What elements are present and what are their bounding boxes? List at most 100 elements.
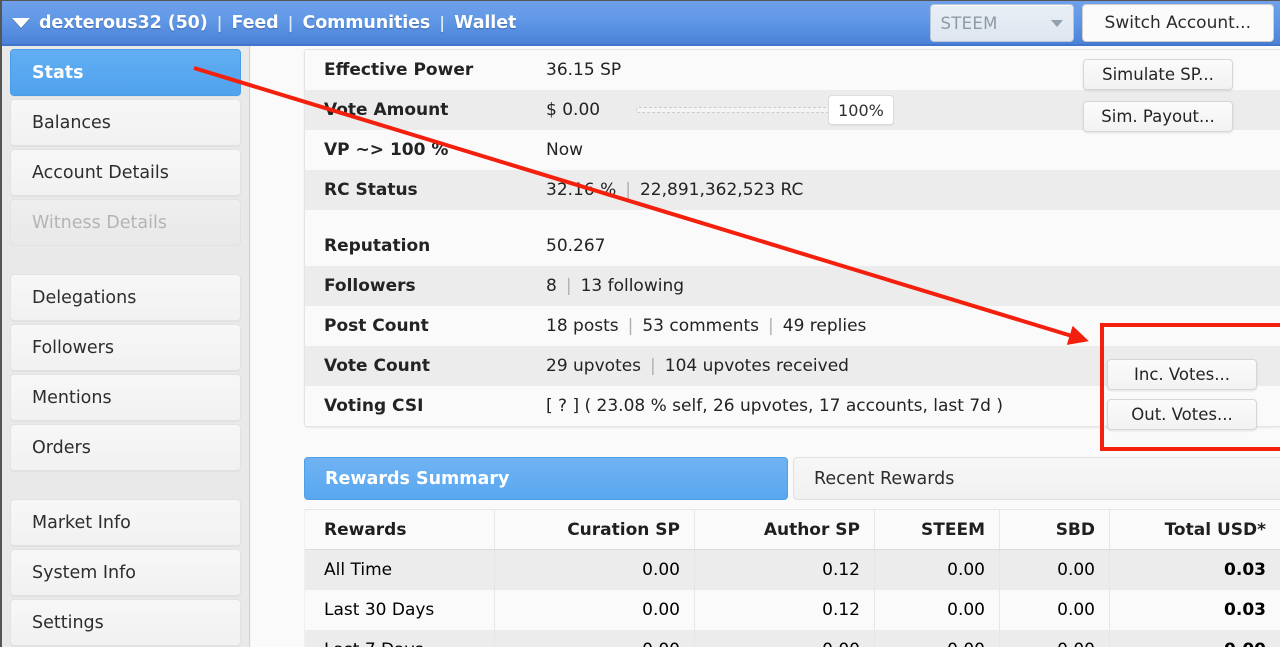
sidebar-item-label: Followers [32,337,114,358]
column-header: SBD [1000,510,1110,549]
rewards-table: Rewards Curation SP Author SP STEEM SBD Total… [304,509,1280,647]
sidebar-item-market-info[interactable]: Market Info [10,499,241,546]
stat-label: Post Count [324,316,429,336]
rewards-table-row: All Time 0.00 0.12 0.00 0.00 0.03 [305,550,1280,590]
sidebar-item-label: Orders [32,437,91,458]
sidebar-item-account-details[interactable]: Account Details [10,149,241,196]
stat-label: Voting CSI [324,396,424,416]
reward-cell: 0.12 [695,590,875,630]
simulate-sp-button[interactable]: Simulate SP... [1083,59,1233,90]
stat-value-part: 18 posts [546,316,619,336]
sidebar-item-label: Account Details [32,162,169,183]
sidebar-item-settings[interactable]: Settings [10,599,241,646]
stat-value-text: 50.267 [546,236,606,256]
stat-value: Now [532,140,1280,160]
stat-label: Vote Amount [324,100,449,120]
stat-value-part: 53 comments [642,316,760,336]
sidebar-item-orders[interactable]: Orders [10,424,241,471]
stat-label: Reputation [324,236,431,256]
column-header: Rewards [305,510,495,549]
out-votes-button[interactable]: Out. Votes... [1107,399,1257,430]
stat-value-part: 49 replies [782,316,867,336]
table-row: Post Count 18 posts | 53 comments | 49 replie… [305,306,1280,346]
table-row: Followers 8 | 13 following [305,266,1280,306]
sidebar-item-balances[interactable]: Balances [10,99,241,146]
coin-select[interactable]: STEEM [929,4,1074,42]
nav-separator: | [287,13,294,32]
stat-value-text: 36.15 SP [546,60,622,80]
nav-links-group: dexterous32 (50) | Feed | Communities | … [2,1,516,44]
column-header: Author SP [695,510,875,549]
sidebar-item-followers[interactable]: Followers [10,324,241,371]
slider-track[interactable] [636,107,833,113]
sidebar-item-label: System Info [32,562,136,583]
rewards-table-header: Rewards Curation SP Author SP STEEM SBD Total… [305,510,1280,550]
reward-cell: 0.00 [1000,590,1110,630]
stat-value: 8 | 13 following [532,276,1280,296]
sidebar-group-separator [10,249,241,274]
sidebar: Stats Balances Account Details Witness Deta… [2,46,250,647]
nav-link-communities[interactable]: Communities [302,13,430,33]
stat-value: 18 posts | 53 comments | 49 replies [532,316,1280,336]
header-controls-group: STEEM Switch Account... [929,4,1274,42]
account-name-link[interactable]: dexterous32 (50) [39,13,208,33]
reward-cell: 0.00 [695,630,875,647]
vote-amount-slider[interactable]: 100% [636,95,894,125]
sim-payout-button[interactable]: Sim. Payout... [1083,101,1233,132]
coin-select-value: STEEM [940,13,998,33]
top-navigation-bar: dexterous32 (50) | Feed | Communities | … [2,1,1280,46]
stat-value-part: 13 following [580,276,685,296]
sidebar-item-label: Witness Details [32,212,167,233]
reward-cell: 0.12 [695,550,875,590]
stat-value-text: $ 0.00 [546,100,601,120]
rewards-tabs: Rewards Summary Recent Rewards [304,457,1280,500]
tab-recent-rewards[interactable]: Recent Rewards [793,457,1280,500]
inc-votes-button[interactable]: Inc. Votes... [1107,359,1257,390]
nav-link-wallet[interactable]: Wallet [454,13,516,33]
table-row: Reputation 50.267 [305,226,1280,266]
column-header: Total USD* [1164,519,1266,540]
rewards-table-row: Last 30 Days 0.00 0.12 0.00 0.00 0.03 [305,590,1280,630]
sidebar-group-separator [10,474,241,499]
tab-rewards-summary[interactable]: Rewards Summary [304,457,788,500]
sidebar-item-label: Balances [32,112,111,133]
stat-value-part: 22,891,362,523 RC [639,180,804,200]
reward-cell: 0.00 [1000,630,1110,647]
nav-separator: | [439,13,446,32]
column-header: Curation SP [495,510,695,549]
stat-value-part: 8 [546,276,557,296]
nav-separator: | [216,13,223,32]
reward-cell: 0.00 [1110,630,1280,647]
sidebar-item-delegations[interactable]: Delegations [10,274,241,321]
account-menu-caret-down-icon[interactable] [12,17,30,28]
app-window: dexterous32 (50) | Feed | Communities | … [0,0,1280,647]
value-separator: | [650,356,656,376]
stat-value-text: [ ? ] ( 23.08 % self, 26 upvotes, 17 acc… [546,396,1003,416]
stat-value: 50.267 [532,236,1280,256]
value-separator: | [565,276,572,296]
nav-link-feed[interactable]: Feed [231,13,278,33]
stat-value: 32.16 % | 22,891,362,523 RC [532,180,1280,200]
reward-period: All Time [305,550,495,590]
stat-label: Vote Count [324,356,430,376]
sidebar-item-mentions[interactable]: Mentions [10,374,241,421]
main-content: Effective Power 36.15 SP Vote Amount $ 0.00… [251,46,1280,647]
value-separator: | [627,316,634,336]
reward-cell: 0.00 [495,590,695,630]
stat-value-part: 29 upvotes [546,356,642,376]
stat-value-part: 32.16 % [546,180,617,200]
sidebar-item-stats[interactable]: Stats [10,49,241,96]
sidebar-item-label: Delegations [32,287,137,308]
sidebar-item-label: Stats [32,62,84,83]
stat-label: RC Status [324,180,418,200]
sidebar-item-system-info[interactable]: System Info [10,549,241,596]
table-spacer-row [305,210,1280,226]
reward-period: Last 30 Days [305,590,495,630]
rewards-table-row: Last 7 Days0.000.000.000.000.00 [305,630,1280,647]
stat-label: VP ~> 100 % [324,140,449,160]
switch-account-button[interactable]: Switch Account... [1081,4,1274,42]
slider-percent-value[interactable]: 100% [828,95,894,125]
reward-cell: 0.00 [875,630,1000,647]
chevron-down-icon [1050,19,1063,27]
reward-cell: 0.00 [495,630,695,647]
